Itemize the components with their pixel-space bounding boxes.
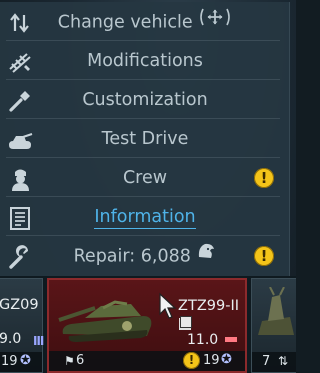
premium-marker-icon xyxy=(225,337,237,342)
menu-item-test-drive[interactable]: Test Drive xyxy=(0,121,290,158)
crew-count: 6 xyxy=(76,353,85,368)
menu-item-information[interactable]: Information xyxy=(0,199,290,236)
paint-brush-icon xyxy=(7,88,33,114)
menu-label-information: Information xyxy=(94,207,196,229)
crew-star-icon: ✪ xyxy=(20,353,31,368)
vehicle-name: GZ09 xyxy=(0,297,39,313)
sort-arrows-icon: ⇅ xyxy=(278,354,289,368)
slot-status-row: 7 ⇅ xyxy=(252,352,296,372)
crew-icon xyxy=(7,166,33,192)
rank-icon: Ⅲ xyxy=(33,334,45,348)
vehicle-name: ZTZ99-II xyxy=(178,298,239,314)
menu-label-test-drive: Test Drive xyxy=(101,129,189,149)
divider xyxy=(6,118,280,119)
menu-item-change-vehicle[interactable]: Change vehicle xyxy=(0,4,290,41)
battle-rating: 11.0 xyxy=(187,332,219,348)
menu-label-repair: Repair: 6,088 xyxy=(40,238,250,276)
tank-image xyxy=(55,286,165,346)
vehicle-context-menu: Change vehicle Modifications Customizati… xyxy=(0,2,290,276)
menu-label-modifications: Modifications xyxy=(87,51,203,71)
vehicle-slot-strip: GZ09 9.0 Ⅲ 19 ✪ ZTZ99-II 11.0 ⚑ 6 ! 19 ✪… xyxy=(0,276,296,373)
crew-warning-icon: ! xyxy=(254,168,274,188)
menu-item-modifications[interactable]: Modifications xyxy=(0,43,290,80)
menu-item-customization[interactable]: Customization xyxy=(0,82,290,119)
menu-item-crew[interactable]: Crew ! xyxy=(0,160,290,197)
slot-status-row: ⚑ 6 ! 19 ✪ xyxy=(49,351,245,371)
menu-item-repair[interactable]: Repair: 6,088 ! xyxy=(0,238,290,275)
crew-level: 19 xyxy=(203,353,220,368)
repair-warning-icon: ! xyxy=(254,246,274,266)
vehicle-slot-right[interactable]: 7 ⇅ xyxy=(251,278,296,373)
crew-count: 7 xyxy=(262,354,271,369)
slot-warning-icon: ! xyxy=(183,352,200,369)
swap-arrows-icon xyxy=(7,10,33,36)
screen: Change vehicle Modifications Customizati… xyxy=(0,0,296,373)
tank-icon xyxy=(7,127,33,153)
vehicle-slot-left[interactable]: GZ09 9.0 Ⅲ 19 ✪ xyxy=(0,278,45,373)
tooltip-hint-icon xyxy=(180,316,192,328)
divider xyxy=(6,157,280,158)
move-icon xyxy=(198,4,232,41)
menu-label-change-vehicle: Change vehicle xyxy=(40,4,250,42)
crew-star-icon: ✪ xyxy=(221,352,232,367)
menu-label-crew: Crew xyxy=(122,168,168,188)
battle-rating: 9.0 xyxy=(0,331,22,347)
divider xyxy=(6,235,280,236)
vehicle-slot-selected[interactable]: ZTZ99-II 11.0 ⚑ 6 ! 19 ✪ xyxy=(47,278,247,373)
silver-lions-icon xyxy=(196,238,216,275)
info-document-icon xyxy=(7,205,33,231)
crew-seat-icon: ⚑ xyxy=(64,354,75,368)
divider xyxy=(6,196,280,197)
divider xyxy=(6,40,280,41)
crew-level: 19 xyxy=(1,354,18,369)
vehicle-image xyxy=(254,286,294,342)
divider xyxy=(6,79,280,80)
mouse-cursor-icon xyxy=(158,292,182,322)
slot-status-row: 19 ✪ xyxy=(0,352,42,372)
menu-label-customization: Customization xyxy=(82,90,208,110)
modifications-icon xyxy=(7,49,33,75)
wrench-icon xyxy=(7,244,33,270)
